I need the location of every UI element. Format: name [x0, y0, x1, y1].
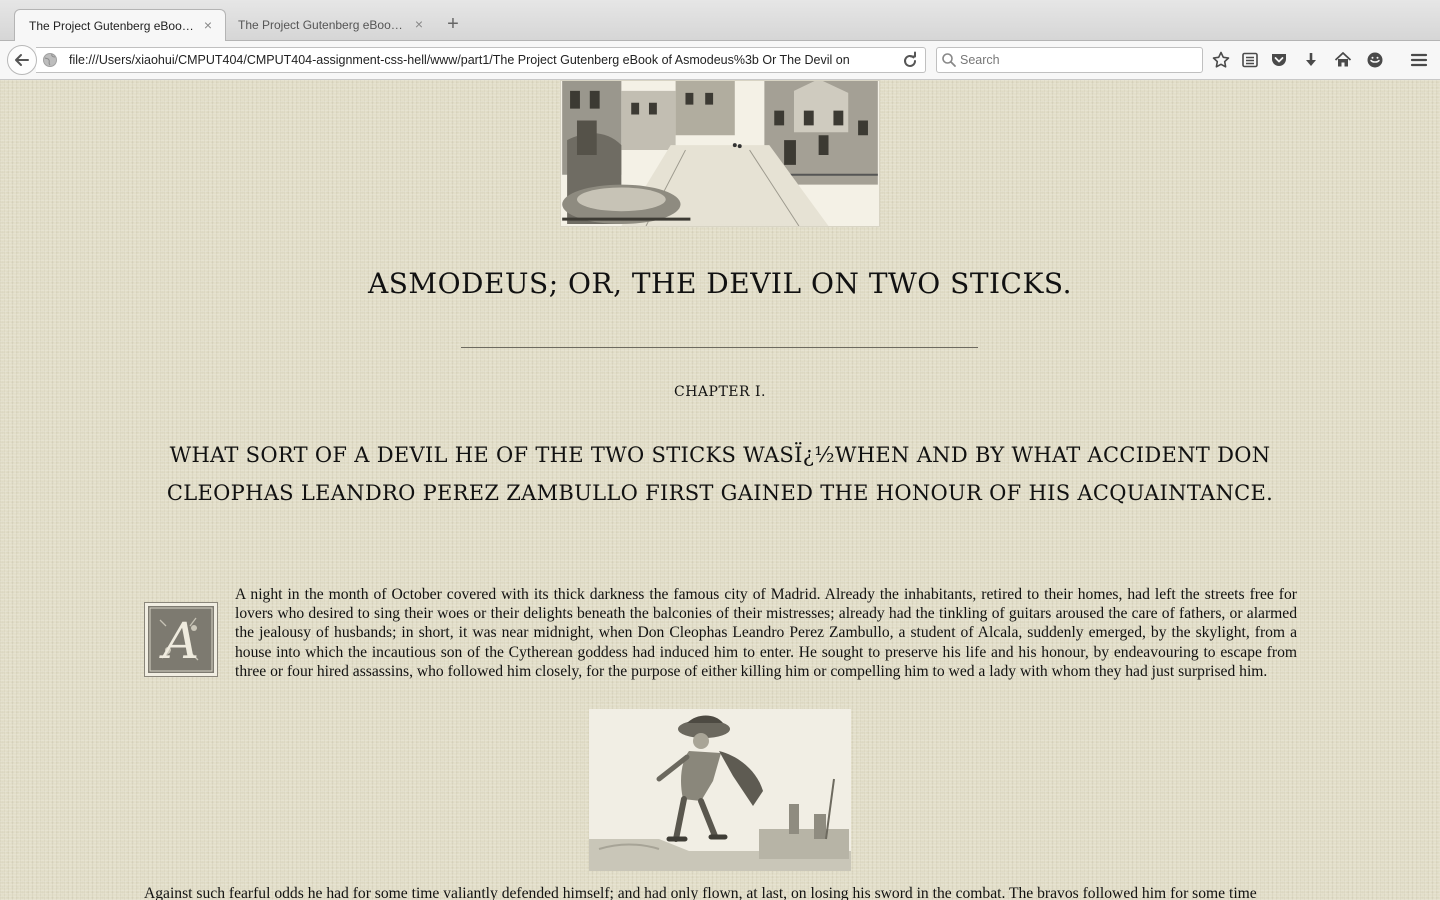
home-icon[interactable] [1333, 50, 1353, 70]
download-icon[interactable] [1301, 50, 1321, 70]
book-title: ASMODEUS; OR, THE DEVIL ON TWO STICKS. [368, 267, 1072, 300]
search-input[interactable] [960, 51, 1190, 69]
tab-title: The Project Gutenberg eBook o... [238, 18, 406, 32]
pocket-icon[interactable] [1269, 50, 1289, 70]
town-street-illustration [560, 80, 880, 227]
page-content: ASMODEUS; OR, THE DEVIL ON TWO STICKS. C… [0, 80, 1440, 900]
tab-title: The Project Gutenberg eBook o... [29, 19, 195, 33]
search-icon [942, 53, 956, 67]
dropcap-image: A [144, 602, 218, 677]
navigation-bar: file:///Users/xiaohui/CMPUT404/CMPUT404-… [0, 41, 1440, 80]
back-arrow-icon [15, 54, 29, 66]
menu-icon[interactable] [1409, 50, 1429, 70]
bookmark-star-icon[interactable] [1211, 50, 1231, 70]
paragraph-1: A night in the month of October covered … [235, 586, 1297, 680]
tab-active[interactable]: The Project Gutenberg eBook o... × [14, 9, 226, 42]
url-text[interactable]: file:///Users/xiaohui/CMPUT404/CMPUT404-… [69, 53, 889, 69]
tab-strip: The Project Gutenberg eBook o... × The P… [0, 0, 1440, 42]
student-fleeing-illustration [589, 709, 851, 871]
new-tab-button[interactable]: + [442, 14, 464, 36]
close-tab-icon[interactable]: × [412, 17, 426, 31]
dropcap-ornament: A [148, 606, 214, 673]
reload-icon[interactable] [900, 51, 920, 71]
close-tab-icon[interactable]: × [201, 18, 215, 32]
reading-list-icon[interactable] [1240, 50, 1260, 70]
site-identity-globe-icon[interactable] [42, 52, 58, 68]
chapter-heading: What sort of a devil he of the two stick… [166, 443, 1274, 505]
dropcap-letter: A [159, 612, 199, 670]
tab-inactive[interactable]: The Project Gutenberg eBook o... × [224, 9, 436, 41]
title-divider [461, 347, 978, 348]
back-button[interactable] [7, 45, 37, 75]
paragraph-2: Against such fearful odds he had for som… [144, 885, 1257, 900]
chat-icon[interactable] [1365, 50, 1385, 70]
chapter-number: CHAPTER I. [674, 384, 766, 400]
